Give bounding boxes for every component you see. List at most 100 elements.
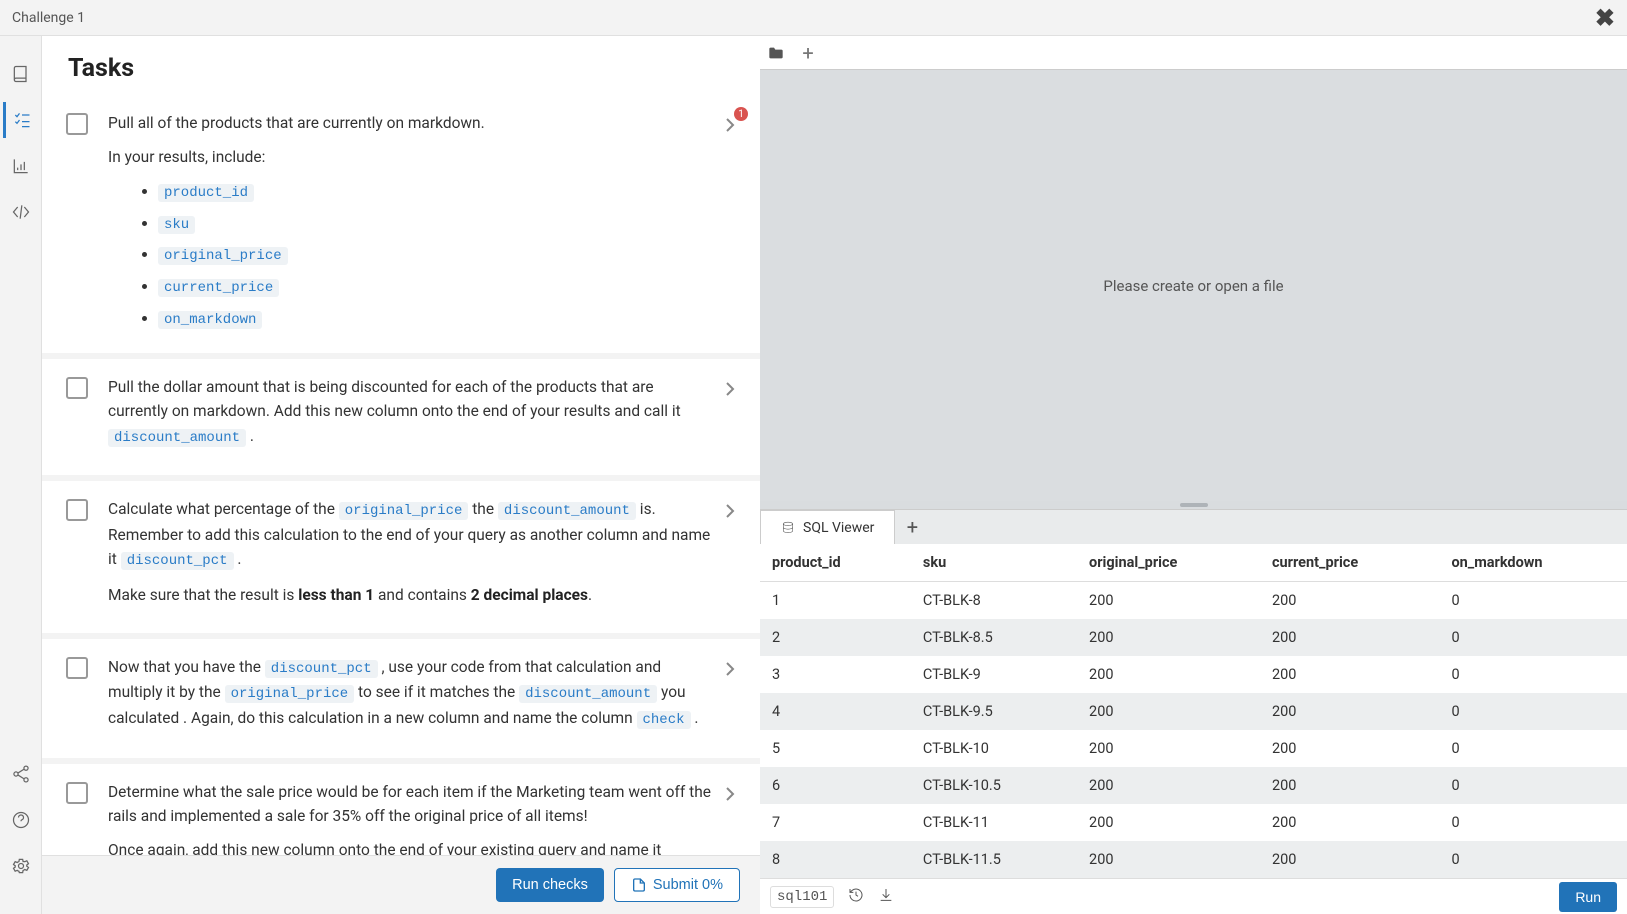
table-row[interactable]: 4CT-BLK-9.52002000 (760, 693, 1627, 730)
share-icon[interactable] (3, 756, 39, 792)
column-header[interactable]: on_markdown (1439, 544, 1627, 582)
table-row[interactable]: 3CT-BLK-92002000 (760, 656, 1627, 693)
run-checks-button[interactable]: Run checks (496, 868, 604, 902)
table-cell: 0 (1439, 582, 1627, 620)
run-button[interactable]: Run (1559, 882, 1617, 912)
table-cell: 200 (1077, 582, 1260, 620)
code-token: product_id (158, 184, 254, 202)
table-cell: 1 (760, 582, 911, 620)
tasks-panel: Tasks Pull all of the products that are … (42, 36, 760, 914)
task-text: In your results, include: (108, 145, 712, 169)
task-text: Once again, add this new column onto the… (108, 841, 661, 855)
task-item: Now that you have the discount_pct , use… (42, 639, 760, 758)
submit-label: Submit 0% (653, 877, 723, 893)
column-header[interactable]: original_price (1077, 544, 1260, 582)
editor-area[interactable]: Please create or open a file (760, 70, 1627, 501)
task-text: Pull all of the products that are curren… (108, 111, 712, 135)
download-icon[interactable] (878, 887, 894, 907)
code-token: check (637, 711, 691, 729)
table-cell: CT-BLK-8.5 (911, 619, 1077, 656)
task-text: . (234, 550, 242, 568)
sql-viewer-tab[interactable]: SQL Viewer (760, 510, 895, 544)
sql-viewer: SQL Viewer + product_id sku original_pri… (760, 509, 1627, 914)
table-cell: CT-BLK-10 (911, 730, 1077, 767)
table-cell: 0 (1439, 804, 1627, 841)
task-text: . (691, 709, 699, 727)
chart-icon[interactable] (3, 148, 39, 184)
table-cell: 200 (1077, 841, 1260, 878)
task-item: Determine what the sale price would be f… (42, 764, 760, 855)
table-cell: 200 (1260, 582, 1439, 620)
expand-chevron[interactable] (720, 659, 740, 679)
task-text: . (246, 427, 254, 445)
table-cell: 2 (760, 619, 911, 656)
file-icon (631, 877, 647, 893)
book-icon[interactable] (3, 56, 39, 92)
column-header[interactable]: sku (911, 544, 1077, 582)
table-cell: 0 (1439, 693, 1627, 730)
task-text: Calculate what percentage of the (108, 500, 339, 518)
table-row[interactable]: 2CT-BLK-8.52002000 (760, 619, 1627, 656)
code-icon[interactable] (3, 194, 39, 230)
expand-chevron[interactable] (720, 784, 740, 804)
task-content: Now that you have the discount_pct , use… (108, 655, 712, 742)
code-token: discount_amount (498, 502, 636, 520)
task-checkbox[interactable] (66, 377, 88, 399)
table-cell: 200 (1260, 656, 1439, 693)
table-cell: CT-BLK-9 (911, 656, 1077, 693)
table-row[interactable]: 7CT-BLK-112002000 (760, 804, 1627, 841)
table-cell: 200 (1077, 693, 1260, 730)
add-file-icon[interactable]: + (792, 37, 824, 69)
expand-chevron[interactable]: 1 (720, 115, 740, 135)
table-cell: 4 (760, 693, 911, 730)
task-checkbox[interactable] (66, 499, 88, 521)
add-sql-tab-icon[interactable]: + (895, 515, 929, 539)
table-row[interactable]: 1CT-BLK-82002000 (760, 582, 1627, 620)
expand-chevron[interactable] (720, 379, 740, 399)
task-text: and contains (374, 586, 471, 604)
table-cell: 7 (760, 804, 911, 841)
column-header[interactable]: product_id (760, 544, 911, 582)
task-item: Pull the dollar amount that is being dis… (42, 359, 760, 475)
submit-button[interactable]: Submit 0% (614, 868, 740, 902)
table-cell: 200 (1077, 804, 1260, 841)
code-token: original_price (158, 247, 288, 265)
code-token: discount_amount (108, 429, 246, 447)
task-text: Make sure that the result is (108, 586, 298, 604)
task-item: Pull all of the products that are curren… (42, 95, 760, 353)
folder-icon[interactable] (760, 37, 792, 69)
header-bar: Challenge 1 ✖ (0, 0, 1627, 36)
gear-icon[interactable] (3, 848, 39, 884)
code-token: discount_pct (265, 660, 378, 678)
table-cell: 5 (760, 730, 911, 767)
close-icon[interactable]: ✖ (1595, 4, 1615, 32)
code-token: current_price (158, 279, 279, 297)
column-header[interactable]: current_price (1260, 544, 1439, 582)
task-checkbox[interactable] (66, 657, 88, 679)
history-icon[interactable] (848, 887, 864, 907)
table-cell: 200 (1260, 730, 1439, 767)
expand-chevron[interactable] (720, 501, 740, 521)
db-name: sql101 (770, 886, 834, 908)
tasks-title: Tasks (42, 36, 760, 95)
table-row[interactable]: 6CT-BLK-10.52002000 (760, 767, 1627, 804)
tasks-list: Pull all of the products that are curren… (42, 95, 760, 855)
tasks-icon[interactable] (3, 102, 39, 138)
task-checkbox[interactable] (66, 782, 88, 804)
task-checkbox[interactable] (66, 113, 88, 135)
task-content: Pull the dollar amount that is being dis… (108, 375, 712, 459)
table-row[interactable]: 5CT-BLK-102002000 (760, 730, 1627, 767)
table-cell: 200 (1077, 656, 1260, 693)
code-token: original_price (339, 502, 469, 520)
right-panel: + Please create or open a file SQL Viewe… (760, 36, 1627, 914)
table-cell: CT-BLK-11 (911, 804, 1077, 841)
tasks-footer: Run checks Submit 0% (42, 855, 760, 914)
table-row[interactable]: 8CT-BLK-11.52002000 (760, 841, 1627, 878)
splitter-handle[interactable] (760, 501, 1627, 509)
table-cell: 200 (1260, 804, 1439, 841)
help-icon[interactable] (3, 802, 39, 838)
task-text: Determine what the sale price would be f… (108, 780, 712, 828)
sql-footer: sql101 Run (760, 878, 1627, 914)
table-cell: 0 (1439, 730, 1627, 767)
table-cell: 3 (760, 656, 911, 693)
